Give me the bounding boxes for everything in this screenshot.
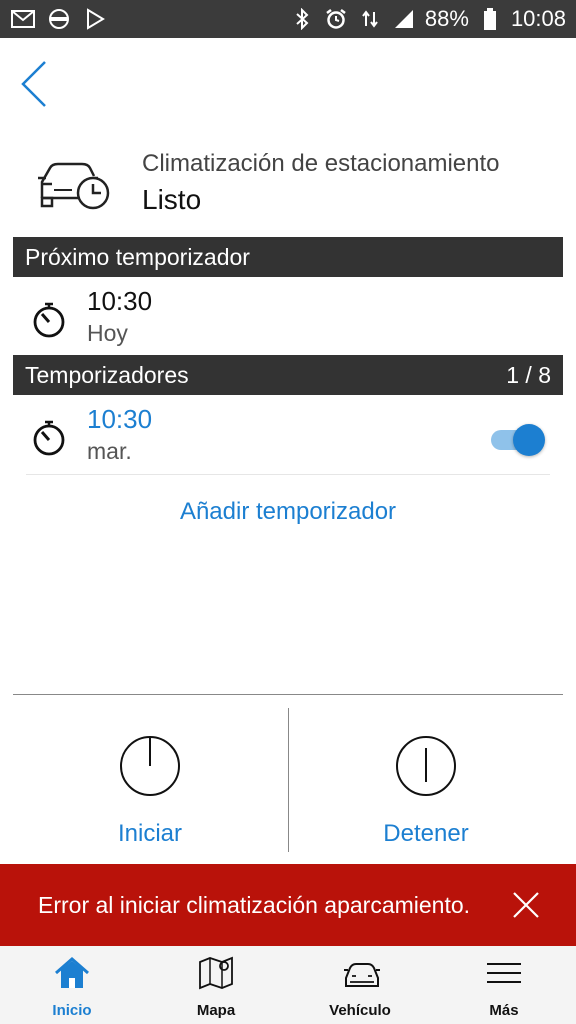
bottom-nav: Inicio Mapa Vehículo Más [0, 946, 576, 1024]
nav-item-map[interactable]: Mapa [144, 946, 288, 1024]
next-timer-section-header: Próximo temporizador [13, 237, 563, 277]
timer-list-item[interactable]: 10:30 mar. [13, 398, 563, 476]
menu-icon [486, 956, 522, 990]
status-text: Listo [142, 184, 202, 215]
nav-item-home[interactable]: Inicio [0, 946, 144, 1024]
data-arrows-icon [357, 6, 383, 32]
start-label: Iniciar [117, 820, 183, 847]
car-timer-icon [36, 154, 116, 210]
nav-label: Vehículo [329, 1002, 391, 1019]
gmail-icon [10, 6, 36, 32]
timer-enable-toggle[interactable] [491, 422, 545, 456]
timer-time: 10:30 [87, 404, 153, 434]
page-header: Climatización de estacionamiento Listo [0, 140, 576, 220]
timer-day: mar. [87, 438, 132, 464]
map-icon [198, 956, 234, 990]
volvo-icon [46, 6, 72, 32]
next-timer-section-label: Próximo temporizador [25, 243, 250, 270]
play-store-icon [82, 6, 108, 32]
nav-label: Inicio [52, 1002, 92, 1019]
battery-icon [477, 6, 503, 32]
nav-label: Más [489, 1002, 519, 1019]
next-timer-day: Hoy [87, 320, 128, 346]
stop-label: Detener [383, 820, 469, 847]
nav-label: Mapa [196, 1002, 236, 1019]
divider [26, 474, 550, 475]
error-message: Error al iniciar climatización aparcamie… [38, 891, 471, 918]
stop-icon [394, 734, 458, 798]
status-left-icons [10, 6, 108, 32]
divider [13, 694, 563, 695]
next-timer-time: 10:30 [87, 286, 153, 316]
signal-icon [391, 6, 417, 32]
battery-percent: 88% [424, 6, 469, 31]
timers-count: 1 / 8 [506, 361, 551, 388]
timer-icon [31, 302, 67, 338]
error-banner: Error al iniciar climatización aparcamie… [0, 864, 576, 946]
bluetooth-icon [289, 6, 315, 32]
status-right: 88% 10:08 [289, 6, 566, 32]
back-button[interactable] [14, 58, 54, 110]
alarm-icon [323, 6, 349, 32]
close-icon[interactable] [512, 891, 540, 919]
stop-button[interactable]: Detener [289, 708, 563, 854]
timers-section-label: Temporizadores [25, 361, 189, 388]
home-icon [54, 956, 90, 990]
toggle-thumb [513, 424, 545, 456]
nav-item-vehicle[interactable]: Vehículo [288, 946, 432, 1024]
next-timer-row: 10:30 Hoy [13, 280, 563, 358]
timer-icon [31, 420, 67, 456]
chevron-left-icon [21, 61, 46, 107]
page-title: Climatización de estacionamiento [142, 150, 500, 177]
clock-time: 10:08 [510, 6, 566, 31]
start-button[interactable]: Iniciar [13, 708, 287, 854]
car-icon [342, 956, 380, 990]
nav-item-more[interactable]: Más [432, 946, 576, 1024]
status-bar: 88% 10:08 [0, 0, 576, 38]
add-timer-link[interactable]: Añadir temporizador [0, 498, 576, 526]
timers-section-header: Temporizadores 1 / 8 [13, 355, 563, 395]
power-icon [118, 734, 182, 798]
